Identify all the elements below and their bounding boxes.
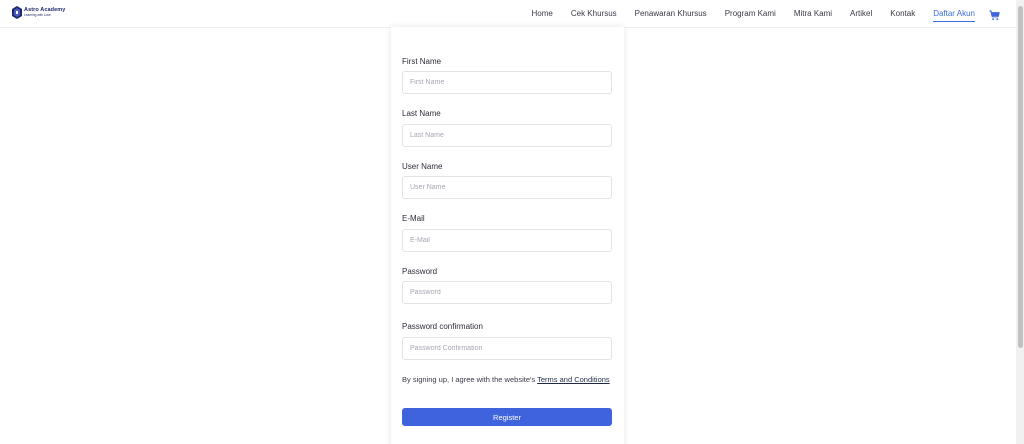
email-input[interactable] [402, 229, 612, 252]
nav-daftar-akun[interactable]: Daftar Akun [933, 10, 975, 22]
password-confirmation-input[interactable] [402, 337, 612, 360]
register-button[interactable]: Register [402, 408, 612, 426]
last-name-label: Last Name [402, 109, 441, 118]
nav-cek-khursus[interactable]: Cek Khursus [571, 10, 617, 18]
nav-program-kami[interactable]: Program Kami [725, 10, 776, 18]
registration-card: First Name Last Name User Name E-Mail Pa… [391, 27, 624, 444]
last-name-input[interactable] [402, 124, 612, 147]
first-name-input[interactable] [402, 71, 612, 94]
user-name-input[interactable] [402, 176, 612, 199]
cart-icon[interactable] [989, 8, 1000, 21]
first-name-label: First Name [402, 57, 442, 66]
nav-penawaran-khursus[interactable]: Penawaran Khursus [635, 10, 707, 18]
email-label: E-Mail [402, 214, 425, 223]
logo-icon [12, 6, 22, 19]
nav-kontak[interactable]: Kontak [890, 10, 915, 18]
password-input[interactable] [402, 281, 612, 304]
nav-artikel[interactable]: Artikel [850, 10, 872, 18]
top-navbar: Astro Academy Learning with Love Home Ce… [0, 0, 1016, 28]
main-nav: Home Cek Khursus Penawaran Khursus Progr… [514, 0, 975, 28]
password-label: Password [402, 267, 438, 276]
nav-mitra-kami[interactable]: Mitra Kami [794, 10, 832, 18]
terms-agreement-text: By signing up, I agree with the website'… [402, 375, 538, 384]
user-name-label: User Name [402, 162, 443, 171]
nav-home[interactable]: Home [532, 10, 553, 18]
brand-tagline: Learning with Love [24, 13, 51, 18]
page-scrollbar-thumb[interactable] [1018, 6, 1023, 348]
brand-logo[interactable]: Astro Academy Learning with Love [12, 6, 65, 19]
terms-and-conditions-link[interactable]: Terms and Conditions [537, 375, 610, 384]
terms-agreement: By signing up, I agree with the website'… [402, 374, 612, 386]
password-confirmation-label: Password confirmation [402, 322, 483, 331]
